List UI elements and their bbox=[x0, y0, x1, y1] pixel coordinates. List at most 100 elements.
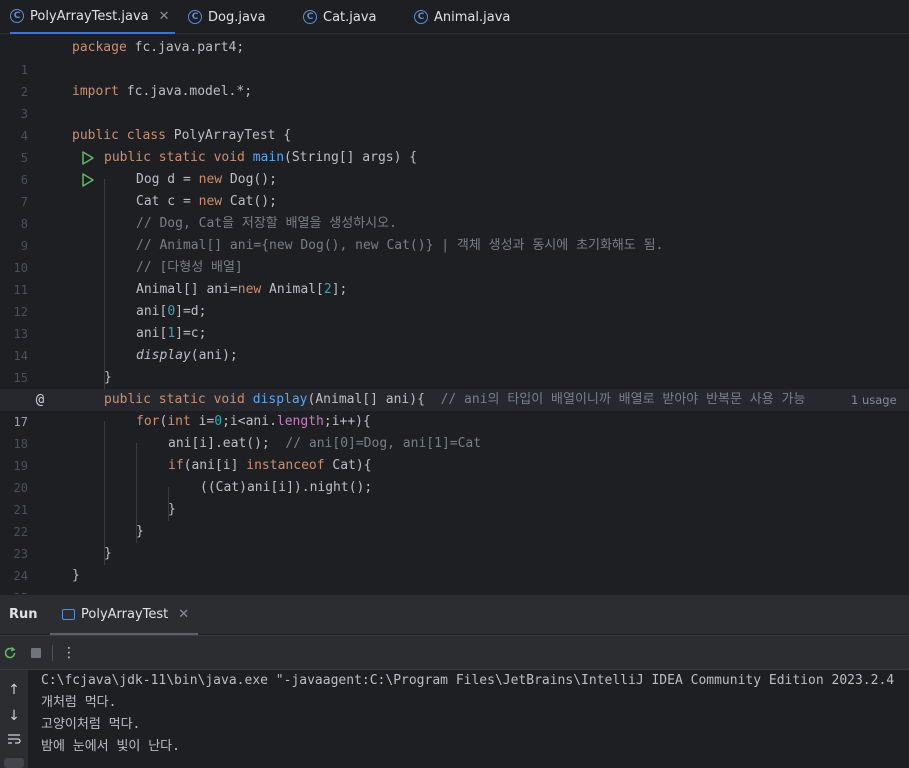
code-text: (ani); bbox=[190, 348, 238, 363]
code-line: 20 if(ani[i] instanceof Cat){ bbox=[0, 455, 909, 495]
code-text: (ani[i] bbox=[183, 458, 247, 473]
number-literal: 0 bbox=[167, 304, 176, 319]
code-line: 5 public class PolyArrayTest { bbox=[0, 125, 909, 165]
code-line: 10 // Animal[] ani={new Dog(), new Cat()… bbox=[0, 235, 909, 275]
tab-dog[interactable]: C Dog.java bbox=[188, 0, 266, 34]
console-line: 개처럼 먹다. bbox=[41, 695, 117, 710]
arrow-down-icon[interactable]: ↓ bbox=[4, 706, 24, 726]
run-tool-window-header: Run PolyArrayTest ✕ bbox=[0, 594, 909, 635]
keyword: public static void bbox=[104, 392, 245, 407]
run-toolbar: ⋮ bbox=[0, 635, 909, 669]
code-text: Cat){ bbox=[324, 458, 372, 473]
close-icon[interactable]: ✕ bbox=[178, 607, 189, 622]
code-text: fc.java.part4; bbox=[126, 40, 245, 55]
soft-wrap-icon[interactable] bbox=[4, 732, 24, 752]
code-text: (String[] args) { bbox=[284, 150, 418, 165]
editor-tab-bar: C PolyArrayTest.java ✕ C Dog.java C Cat.… bbox=[0, 0, 909, 34]
class-icon: C bbox=[188, 10, 202, 24]
keyword: package bbox=[72, 40, 127, 55]
code-text: } bbox=[72, 568, 80, 583]
run-gutter-icon[interactable] bbox=[33, 125, 94, 165]
method-name: display bbox=[252, 392, 308, 407]
code-line: 21 ((Cat)ani[i]).night(); bbox=[0, 477, 909, 517]
keyword: public static void bbox=[104, 150, 245, 165]
number-literal: 1 bbox=[167, 326, 176, 341]
code-text: ;i<ani. bbox=[222, 414, 277, 429]
comment: // ani의 타입이 배열이니까 배열로 받아야 반복문 사용 가능 bbox=[440, 392, 806, 407]
close-icon[interactable]: ✕ bbox=[159, 9, 170, 24]
code-line: 16 } bbox=[0, 367, 909, 407]
code-text: Animal[] ani= bbox=[136, 282, 238, 297]
code-text: ani[ bbox=[136, 304, 168, 319]
keyword: new bbox=[237, 282, 262, 297]
code-line: 18 for(int i=0;i<ani.length;i++){ bbox=[0, 411, 909, 451]
arrow-up-icon[interactable]: ↑ bbox=[4, 680, 24, 700]
usage-hint[interactable]: 1 usage bbox=[851, 389, 897, 411]
code-text: fc.java.model.*; bbox=[118, 84, 253, 99]
code-line: 14 ani[1]=c; bbox=[0, 323, 909, 363]
console-line: 고양이처럼 먹다. bbox=[41, 717, 141, 732]
number-literal: 2 bbox=[323, 282, 332, 297]
method-call: display bbox=[136, 348, 191, 363]
run-gutter-icon[interactable] bbox=[33, 147, 94, 187]
tab-label: Animal.java bbox=[434, 9, 511, 25]
run-title: Run bbox=[9, 607, 38, 622]
code-text: i= bbox=[190, 414, 215, 429]
class-icon: C bbox=[414, 10, 428, 24]
comment: // Dog, Cat을 저장할 배열을 생성하시오. bbox=[136, 216, 397, 231]
code-line: 22 } bbox=[0, 499, 909, 539]
usage-gutter-icon[interactable]: @ bbox=[32, 389, 48, 411]
code-line-current: 17 @ public static void display(Animal[]… bbox=[0, 389, 909, 429]
console-output[interactable]: ↑ ↓ C:\fcjava\jdk-11\bin\java.exe "-java… bbox=[0, 669, 909, 768]
code-line: 3 import fc.java.model.*; bbox=[0, 81, 909, 121]
code-line: 7 Dog d = new Dog(); bbox=[0, 169, 909, 209]
code-line: 8 Cat c = new Cat(); bbox=[0, 191, 909, 231]
run-tab-polyarraytest[interactable]: PolyArrayTest ✕ bbox=[50, 595, 198, 635]
code-line: 19 ani[i].eat(); // ani[0]=Dog, ani[1]=C… bbox=[0, 433, 909, 473]
tab-cat[interactable]: C Cat.java bbox=[303, 0, 377, 34]
comment: // ani[0]=Dog, ani[1]=Cat bbox=[285, 436, 482, 451]
toolbar-separator bbox=[52, 645, 53, 661]
rerun-icon[interactable] bbox=[1, 644, 19, 662]
keyword: instanceof bbox=[246, 458, 325, 473]
code-line: 13 ani[0]=d; bbox=[0, 301, 909, 341]
code-line: 24 } bbox=[0, 543, 909, 583]
code-text: ]; bbox=[331, 282, 348, 297]
tab-polyarraytest[interactable]: C PolyArrayTest.java ✕ bbox=[10, 0, 175, 34]
code-text: Cat(); bbox=[222, 194, 277, 209]
code-text: Animal[ bbox=[261, 282, 324, 297]
code-text: ani[i].eat(); bbox=[168, 436, 270, 451]
field-name: length bbox=[276, 414, 324, 429]
tab-animal[interactable]: C Animal.java bbox=[414, 0, 510, 34]
keyword: new bbox=[198, 172, 223, 187]
tab-label: Cat.java bbox=[323, 9, 377, 25]
tab-label: Dog.java bbox=[208, 9, 266, 25]
code-text: (Animal[] ani){ bbox=[307, 392, 425, 407]
code-text: ;i++){ bbox=[323, 414, 371, 429]
more-options-icon[interactable]: ⋮ bbox=[60, 644, 78, 662]
application-icon bbox=[62, 608, 75, 620]
tab-label: PolyArrayTest.java bbox=[30, 8, 149, 24]
comment: // Animal[] ani={new Dog(), new Cat()} |… bbox=[136, 238, 664, 253]
code-line: 2 bbox=[0, 59, 909, 99]
keyword: for bbox=[136, 414, 160, 429]
code-text: ]=d; bbox=[175, 304, 207, 319]
code-line: 6 public static void main(String[] args)… bbox=[0, 147, 909, 187]
class-icon: C bbox=[10, 9, 24, 23]
class-icon: C bbox=[303, 10, 317, 24]
code-line: 23 } bbox=[0, 521, 909, 561]
number-literal: 0 bbox=[214, 414, 223, 429]
console-line: C:\fcjava\jdk-11\bin\java.exe "-javaagen… bbox=[41, 673, 895, 688]
code-editor[interactable]: 1 package fc.java.part4; 2 3 import fc.j… bbox=[0, 35, 909, 605]
code-line: 9 // Dog, Cat을 저장할 배열을 생성하시오. bbox=[0, 213, 909, 253]
keyword: if bbox=[168, 458, 184, 473]
code-text: ani[ bbox=[136, 326, 168, 341]
method-name: main bbox=[252, 150, 285, 165]
code-text: } bbox=[104, 370, 112, 385]
comment: // [다형성 배열] bbox=[136, 260, 243, 275]
code-line: 25 } bbox=[0, 565, 909, 605]
stop-icon[interactable] bbox=[27, 644, 45, 662]
code-text: } bbox=[104, 546, 112, 561]
keyword: int bbox=[167, 414, 191, 429]
code-line: 11 // [다형성 배열] bbox=[0, 257, 909, 297]
